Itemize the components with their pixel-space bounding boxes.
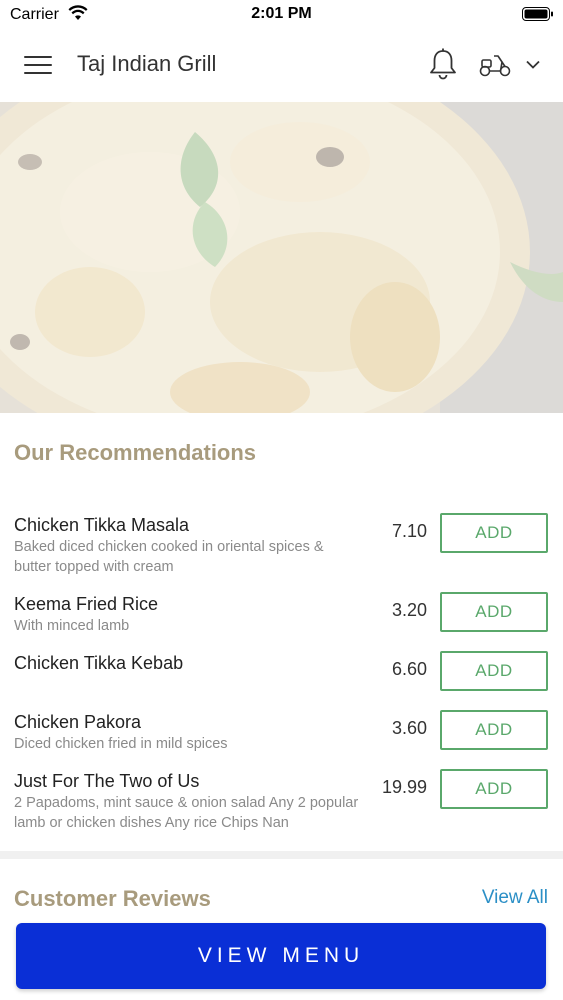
add-button[interactable]: ADD xyxy=(440,592,548,632)
item-name: Keema Fried Rice xyxy=(14,594,159,614)
app-header: Taj Indian Grill xyxy=(0,30,563,102)
recommendations-title: Our Recommendations xyxy=(14,440,257,465)
item-name: Chicken Pakora xyxy=(14,712,142,732)
item-name: Just For The Two of Us xyxy=(14,771,200,791)
item-price: 3.20 xyxy=(391,600,427,620)
view-menu-button[interactable]: VIEW MENU xyxy=(16,923,546,989)
item-price: 7.10 xyxy=(391,521,427,541)
scooter-icon[interactable] xyxy=(478,52,512,78)
item-price: 19.99 xyxy=(381,777,427,797)
item-price: 3.60 xyxy=(391,718,427,738)
bell-icon[interactable] xyxy=(428,47,458,81)
battery-icon xyxy=(522,7,553,21)
add-button[interactable]: ADD xyxy=(440,651,548,691)
status-time: 2:01 PM xyxy=(251,5,312,22)
section-divider xyxy=(0,851,563,859)
item-description: 2 Papadoms, mint sauce & onion salad Any… xyxy=(14,795,359,831)
status-bar: Carrier 2:01 PM xyxy=(0,0,563,30)
item-description: Baked diced chicken cooked in oriental s… xyxy=(14,539,324,575)
item-description: Diced chicken fried in mild spices xyxy=(14,736,228,752)
menu-icon[interactable] xyxy=(24,53,52,77)
app-title: Taj Indian Grill xyxy=(77,51,217,76)
chevron-down-icon[interactable] xyxy=(526,60,540,69)
add-button[interactable]: ADD xyxy=(440,513,548,553)
add-button[interactable]: ADD xyxy=(440,769,548,809)
hero-image xyxy=(0,102,563,413)
item-price: 6.60 xyxy=(391,659,427,679)
item-name: Chicken Tikka Kebab xyxy=(14,653,184,673)
item-name: Chicken Tikka Masala xyxy=(14,515,190,535)
view-all-link[interactable]: View All xyxy=(482,887,548,909)
add-button[interactable]: ADD xyxy=(440,710,548,750)
reviews-title: Customer Reviews xyxy=(14,886,211,911)
item-description: With minced lamb xyxy=(14,618,130,634)
